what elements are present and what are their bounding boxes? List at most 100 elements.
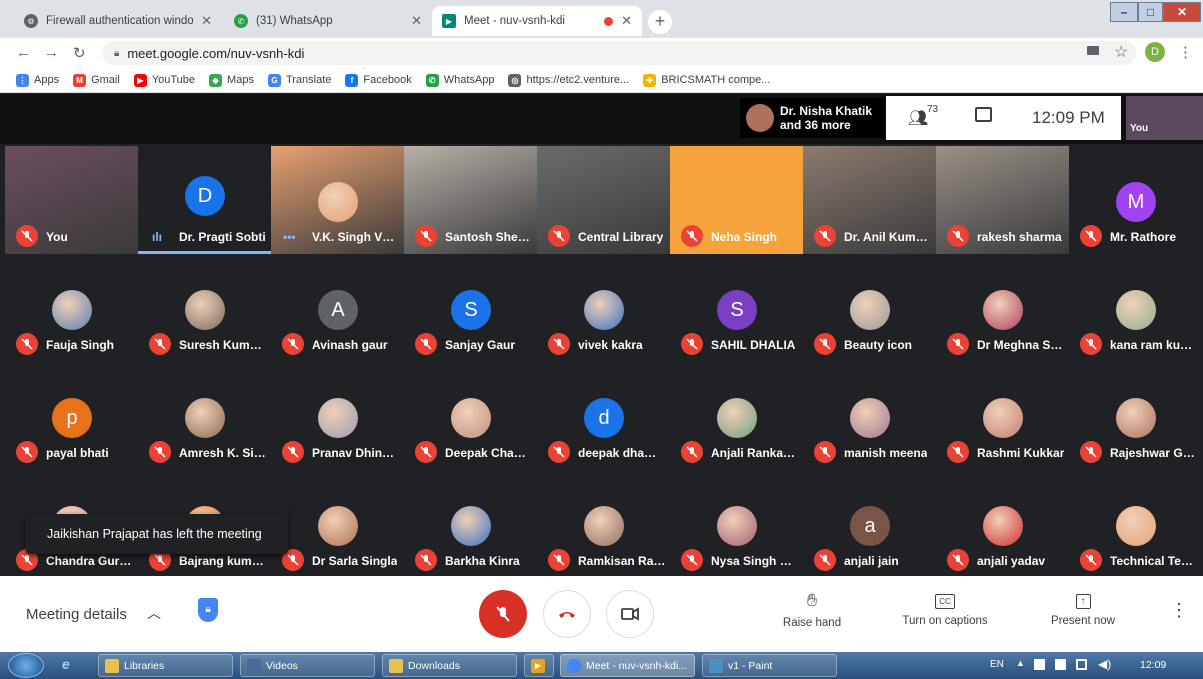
raise-hand-button[interactable]: ✋︎ Raise hand	[772, 590, 852, 629]
omnibox[interactable]: 🔒︎ meet.google.com/nuv-vsnh-kdi	[102, 41, 1136, 65]
camera-button[interactable]	[606, 590, 654, 638]
bookmarks-bar: ⋮ Apps M Gmail ▶ YouTube ◆ Maps G Translate f Faceb…	[0, 68, 1203, 93]
minimize-button[interactable]: –	[1110, 2, 1138, 22]
bookmark-item[interactable]: f Facebook	[345, 73, 412, 87]
video-camera-icon	[621, 607, 639, 621]
participant-tile[interactable]: A Avinash gaur	[271, 254, 404, 362]
participant-tile[interactable]: manish meena	[803, 362, 936, 470]
participant-tile[interactable]: Santosh Shek...	[404, 146, 537, 254]
participant-tile[interactable]: d deepak dhamija	[537, 362, 670, 470]
participant-tile[interactable]: Dr Meghna Sh...	[936, 254, 1069, 362]
participant-tile[interactable]: Anjali Rankawat	[670, 362, 803, 470]
folder-icon	[389, 658, 403, 673]
participant-avatar	[983, 398, 1023, 438]
participant-avatar	[185, 398, 225, 438]
device-icon[interactable]	[1055, 659, 1066, 670]
leave-call-button[interactable]	[543, 590, 591, 638]
meeting-details-button[interactable]: Meeting details	[26, 606, 127, 623]
participant-tile[interactable]: vivek kakra	[537, 254, 670, 362]
profile-avatar[interactable]: D	[1145, 42, 1165, 62]
chat-icon[interactable]	[975, 107, 992, 122]
participant-tile[interactable]: kana ram kum...	[1069, 254, 1202, 362]
language-indicator[interactable]: EN	[990, 659, 1004, 670]
chevron-up-icon[interactable]: ︿	[147, 603, 161, 623]
url-text[interactable]: meet.google.com/nuv-vsnh-kdi	[127, 46, 304, 61]
tab-whatsapp[interactable]: ✆ (31) WhatsApp ✕	[224, 6, 432, 36]
participant-tile[interactable]: a anjali jain	[803, 470, 936, 578]
participant-tile[interactable]: Deepak Chandel	[404, 362, 537, 470]
bookmark-item[interactable]: ⋮ Apps	[16, 73, 59, 87]
participant-tile[interactable]: rakesh sharma	[936, 146, 1069, 254]
self-view-thumbnail[interactable]: You	[1126, 96, 1203, 140]
mic-off-icon	[282, 441, 304, 463]
taskbar-downloads[interactable]: Downloads	[382, 654, 517, 677]
participant-tile[interactable]: Pranav Dhingra	[271, 362, 404, 470]
participant-tile[interactable]: anjali yadav	[936, 470, 1069, 578]
participant-tile[interactable]: Rashmi Kukkar	[936, 362, 1069, 470]
presenter-card[interactable]: Dr. Nisha Khatik and 36 more	[740, 98, 885, 138]
volume-icon[interactable]: ◀)	[1098, 657, 1111, 671]
bookmark-item[interactable]: ◎ https://etc2.venture...	[508, 73, 629, 87]
participant-tile[interactable]: Dılı Dr. Pragti Sobti	[138, 146, 271, 254]
mic-off-icon	[548, 333, 570, 355]
camera-icon[interactable]	[1087, 46, 1099, 55]
star-icon[interactable]: ☆	[1114, 42, 1128, 62]
participant-tile[interactable]: Technical Team	[1069, 470, 1202, 578]
maximize-button[interactable]: □	[1138, 2, 1163, 22]
tab-meet[interactable]: ▶ Meet - nuv-vsnh-kdi ✕	[432, 6, 642, 36]
participant-tile[interactable]: M Mr. Rathore	[1069, 146, 1202, 254]
bookmark-item[interactable]: G Translate	[267, 73, 331, 87]
tray-expand-icon[interactable]: ▲	[1016, 658, 1025, 668]
close-window-button[interactable]: ✕	[1163, 2, 1201, 22]
bookmark-item[interactable]: ▶ YouTube	[133, 73, 195, 87]
more-options-icon[interactable]: ⋮	[1170, 600, 1188, 621]
tab-firewall[interactable]: ⚙ Firewall authentication window h ✕	[14, 6, 222, 36]
participant-tile[interactable]: Neha Singh	[670, 146, 803, 254]
participant-tile[interactable]: Rajeshwar Go...	[1069, 362, 1202, 470]
bookmark-item[interactable]: M Gmail	[73, 73, 120, 87]
captions-button[interactable]: CC Turn on captions	[895, 590, 995, 627]
close-tab-icon[interactable]: ✕	[621, 13, 632, 29]
bookmark-item[interactable]: ✆ WhatsApp	[425, 73, 494, 87]
start-button[interactable]	[8, 653, 44, 678]
network-icon[interactable]	[1076, 659, 1087, 670]
taskbar-paint[interactable]: v1 - Paint	[702, 654, 837, 677]
taskbar-libraries[interactable]: Libraries	[98, 654, 233, 677]
participant-tile[interactable]: p payal bhati	[5, 362, 138, 470]
participant-tile[interactable]: Central Library	[537, 146, 670, 254]
reload-icon[interactable]: ↻	[73, 44, 86, 62]
participant-tile[interactable]: Dr Sarla Singla	[271, 470, 404, 578]
new-tab-button[interactable]: +	[648, 10, 672, 34]
participant-tile[interactable]: Beauty icon	[803, 254, 936, 362]
participant-tile[interactable]: S SAHIL DHALIA	[670, 254, 803, 362]
people-count: 73	[927, 104, 939, 115]
participant-avatar	[717, 398, 757, 438]
participant-tile[interactable]: Barkha Kinra	[404, 470, 537, 578]
taskbar-media-player[interactable]: ▶	[524, 654, 554, 677]
bookmark-label: BRICSMATH compe...	[661, 74, 771, 86]
participant-tile[interactable]: Amresh K. Sin...	[138, 362, 271, 470]
participant-tile[interactable]: Nysa Singh Pu...	[670, 470, 803, 578]
action-center-icon[interactable]	[1034, 659, 1045, 670]
unmute-button[interactable]	[479, 590, 527, 638]
participant-tile[interactable]: S Sanjay Gaur	[404, 254, 537, 362]
close-tab-icon[interactable]: ✕	[201, 13, 212, 29]
menu-icon[interactable]: ⋮	[1178, 43, 1193, 61]
participant-tile[interactable]: You	[5, 146, 138, 254]
participant-tile[interactable]: Dr. Anil Kumar...	[803, 146, 936, 254]
ie-icon[interactable]: e	[62, 656, 70, 672]
present-now-button[interactable]: ↑ Present now	[1043, 590, 1123, 627]
participant-tile[interactable]: ••• V.K. Singh VC ...	[271, 146, 404, 254]
participant-tile[interactable]: Suresh Kumar ...	[138, 254, 271, 362]
bookmark-item[interactable]: ◆ Maps	[209, 73, 254, 87]
close-tab-icon[interactable]: ✕	[411, 13, 422, 29]
participant-tile[interactable]: Ramkisan Ran...	[537, 470, 670, 578]
forward-icon[interactable]: →	[44, 44, 59, 61]
back-icon[interactable]: ←	[16, 44, 31, 61]
people-icon[interactable]: 👥︎	[908, 108, 928, 128]
participant-tile[interactable]: Fauja Singh	[5, 254, 138, 362]
taskbar-videos[interactable]: Videos	[240, 654, 375, 677]
taskbar-chrome-meet[interactable]: Meet - nuv-vsnh-kdi...	[560, 654, 695, 677]
shield-icon[interactable]: 🔒︎	[198, 598, 218, 622]
bookmark-item[interactable]: ✚ BRICSMATH compe...	[643, 73, 771, 87]
